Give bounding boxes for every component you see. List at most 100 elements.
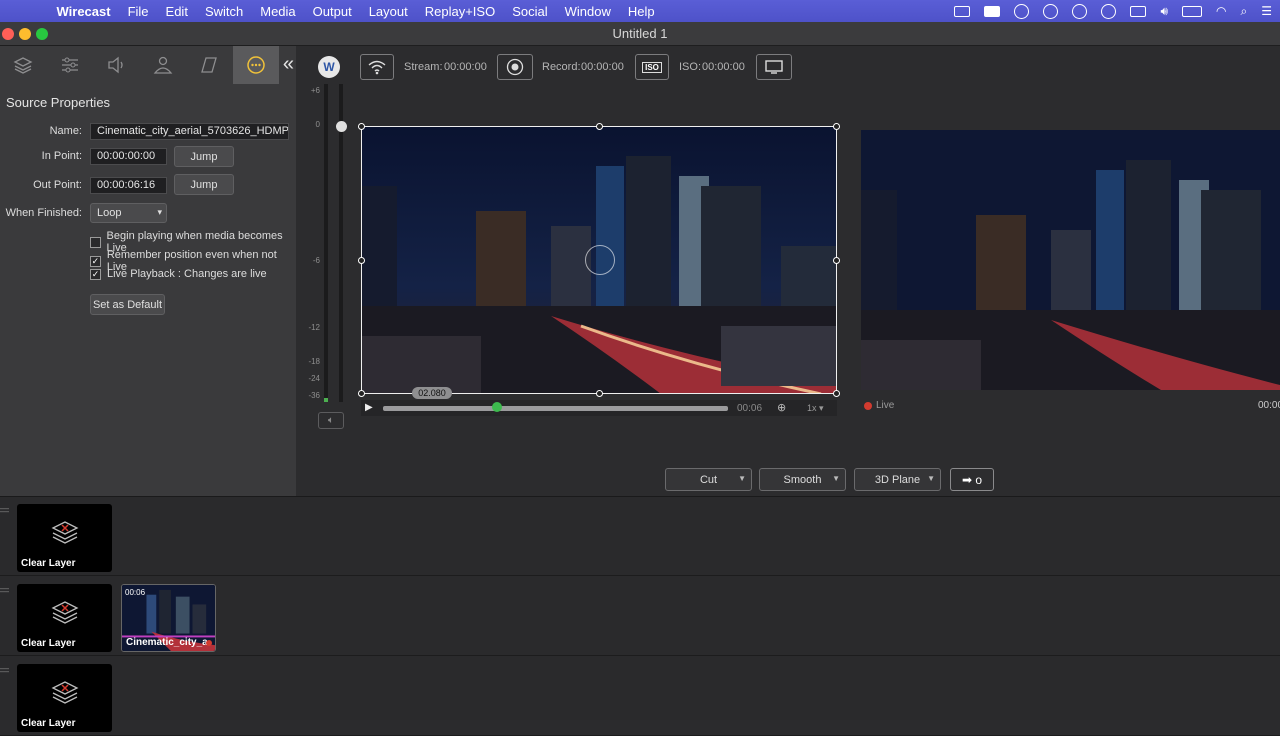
transition-3d-plane-select[interactable]: 3D Plane ▼ [854, 468, 941, 491]
collapse-panel-icon[interactable]: « [283, 53, 294, 76]
drag-handle-icon[interactable]: — — [0, 664, 9, 676]
wifi-icon[interactable]: ◠ [1216, 4, 1226, 18]
clear-layer-icon [51, 681, 79, 704]
menu-edit[interactable]: Edit [157, 4, 196, 19]
control-center-icon[interactable]: ☰ [1261, 4, 1272, 18]
mute-button[interactable]: 🔈︎ [318, 412, 344, 429]
scrub-knob[interactable] [491, 402, 502, 412]
playback-speed-select[interactable]: 1x ▾ [807, 403, 824, 414]
go-button[interactable]: ➡ o [950, 468, 994, 491]
menu-social[interactable]: Social [504, 4, 556, 19]
layer-row: — — Clear Layer [0, 497, 1280, 576]
minimize-window-button[interactable] [19, 28, 31, 40]
volume-fader-knob[interactable] [336, 121, 347, 132]
resize-handle[interactable] [833, 390, 840, 397]
city-night-live-image [861, 130, 1280, 390]
people-icon[interactable] [1101, 3, 1117, 19]
menu-media[interactable]: Media [252, 4, 304, 19]
menu-help[interactable]: Help [619, 4, 663, 19]
sync-icon[interactable] [1014, 3, 1030, 19]
checkbox-box[interactable] [90, 236, 101, 248]
shot-clear-layer[interactable]: Clear Layer [17, 664, 112, 732]
crosshair-icon[interactable] [585, 245, 615, 275]
resize-handle[interactable] [358, 390, 365, 397]
drag-handle-icon[interactable]: — — [0, 584, 9, 596]
tab-audio[interactable] [93, 46, 140, 84]
live-video[interactable] [861, 130, 1280, 390]
tab-settings[interactable] [47, 46, 94, 84]
set-as-default-button[interactable]: Set as Default [90, 294, 165, 315]
battery-icon[interactable] [1182, 5, 1203, 17]
db-label: -18 [308, 357, 320, 366]
sliders-icon [61, 57, 78, 73]
close-window-button[interactable] [2, 28, 14, 40]
display-button[interactable] [756, 54, 792, 80]
shot-clear-layer[interactable]: Clear Layer [17, 504, 112, 572]
out-point-jump-button[interactable]: Jump [174, 174, 234, 195]
menu-app-name[interactable]: Wirecast [48, 4, 119, 19]
db-label: 0 [315, 120, 320, 129]
resize-handle[interactable] [358, 257, 365, 264]
audio-level-meter [324, 84, 328, 402]
menu-window[interactable]: Window [556, 4, 619, 19]
transition-cut-label: Cut [699, 473, 718, 486]
zoom-window-button[interactable] [36, 28, 48, 40]
tab-chroma[interactable] [140, 46, 187, 84]
flag-us-icon[interactable] [1130, 5, 1147, 17]
menu-output[interactable]: Output [304, 4, 360, 19]
shot-duration: 00:06 [125, 588, 146, 597]
checkbox-live-playback[interactable]: ✓ Live Playback : Changes are live [90, 268, 267, 280]
volume-icon[interactable]: 🔊︎ [1160, 4, 1168, 19]
record-button[interactable] [497, 54, 533, 80]
panel-tabs: « [0, 46, 296, 84]
stream-time: 00:00:00 [444, 61, 487, 73]
shot-clear-layer[interactable]: Clear Layer [17, 584, 112, 652]
zoom-icon[interactable]: ⊕ [777, 401, 786, 414]
resize-handle[interactable] [833, 257, 840, 264]
menu-replay-iso[interactable]: Replay+ISO [416, 4, 503, 19]
shot-cinematic-city[interactable]: 00:06 Cinematic_city_a [121, 584, 216, 652]
iso-record-button[interactable]: ISO [635, 54, 669, 80]
in-point-jump-button[interactable]: Jump [174, 146, 234, 167]
menu-switch[interactable]: Switch [196, 4, 251, 19]
stream-button[interactable] [360, 54, 394, 80]
zoom-icon[interactable] [984, 5, 1001, 17]
screen-capture-icon[interactable] [954, 5, 971, 17]
checkbox-label: Live Playback : Changes are live [107, 268, 267, 280]
transition-smooth-select[interactable]: Smooth ▼ [759, 468, 846, 491]
resize-handle[interactable] [596, 390, 603, 397]
when-finished-value: Loop [97, 207, 122, 219]
drag-handle-icon[interactable]: — — [0, 504, 9, 516]
resize-handle[interactable] [833, 123, 840, 130]
tab-layers[interactable] [0, 46, 47, 84]
broadcast-icon [368, 60, 386, 75]
scrub-track[interactable] [383, 406, 728, 411]
menu-file[interactable]: File [119, 4, 157, 19]
chevron-down-icon: ▼ [738, 474, 746, 483]
record-icon [506, 58, 524, 76]
tab-source-properties[interactable] [232, 46, 279, 84]
selection-frame[interactable] [358, 123, 840, 397]
checkbox-box[interactable]: ✓ [90, 255, 101, 267]
search-icon[interactable]: ⌕ [1241, 4, 1248, 19]
in-point-field[interactable]: 00:00:00:00 [90, 148, 167, 165]
monitor-icon [765, 60, 783, 74]
globe-icon[interactable] [1072, 3, 1088, 19]
transition-cut-select[interactable]: Cut ▼ [665, 468, 752, 491]
checkbox-box[interactable]: ✓ [90, 268, 101, 280]
window-title: Untitled 1 [612, 26, 668, 41]
out-point-field[interactable]: 00:00:06:16 [90, 177, 167, 194]
source-properties-panel: « Source Properties Name: Cinematic_city… [0, 46, 296, 496]
resize-handle[interactable] [596, 123, 603, 130]
cloud-icon[interactable] [1043, 3, 1059, 19]
menu-layout[interactable]: Layout [360, 4, 416, 19]
transition-smooth-label: Smooth [783, 473, 822, 486]
name-field[interactable]: Cinematic_city_aerial_5703626_HDMP4.mp4 [90, 123, 289, 140]
stream-label: Stream: [404, 61, 443, 73]
wirecast-logo-icon[interactable]: W [318, 56, 340, 78]
tab-transform[interactable] [186, 46, 233, 84]
parallelogram-icon [201, 57, 218, 73]
resize-handle[interactable] [358, 123, 365, 130]
when-finished-select[interactable]: Loop ▾ [90, 203, 167, 223]
play-icon[interactable]: ▶ [365, 402, 373, 413]
